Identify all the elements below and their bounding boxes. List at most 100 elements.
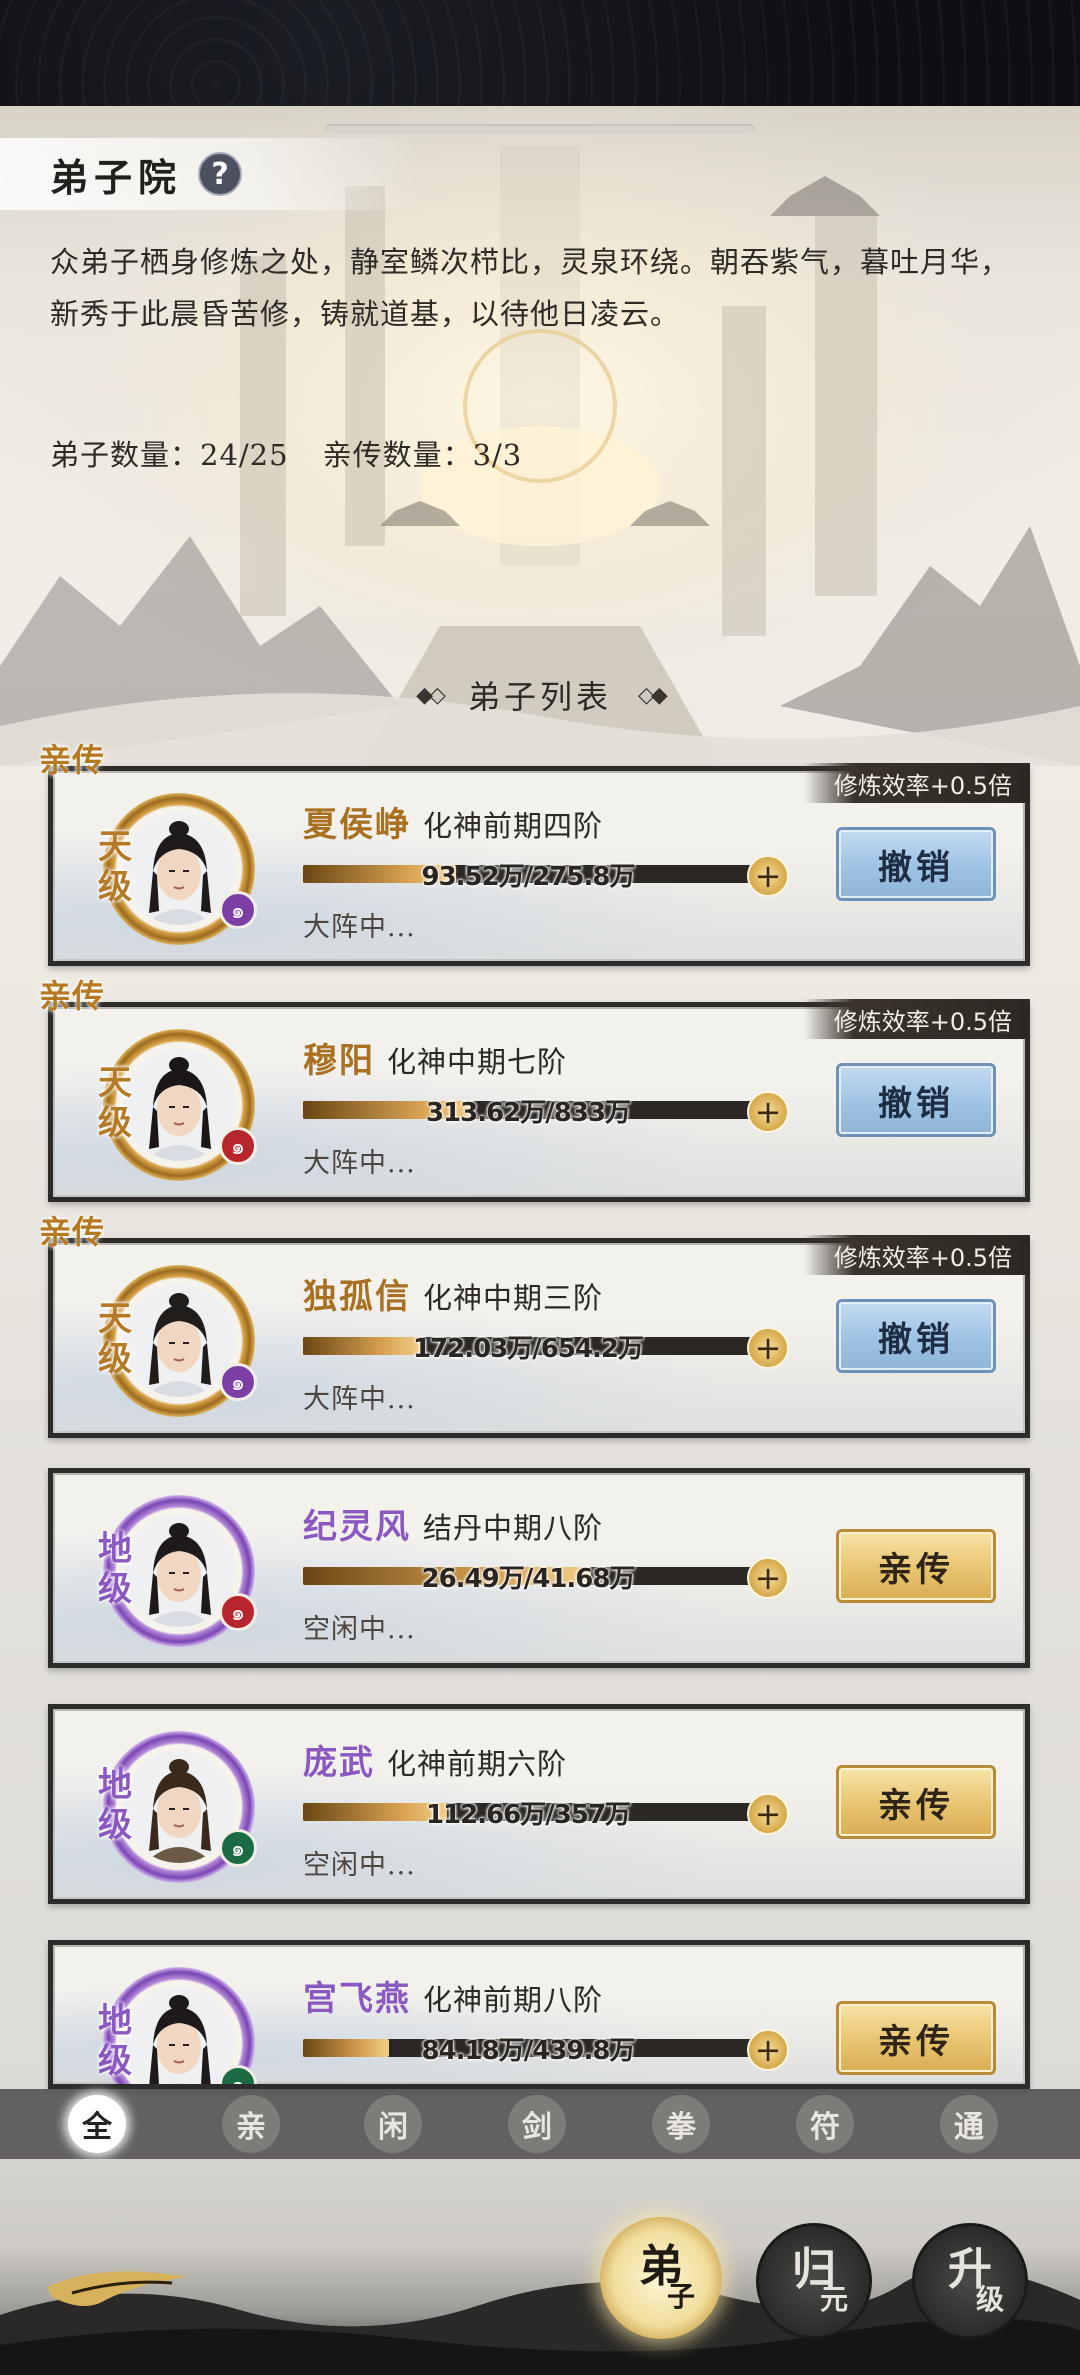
exp-progress-text: 172.03万/654.2万 (412, 1334, 644, 1364)
ornament-right-icon: ◇◆ (638, 682, 668, 708)
cultivation-realm: 化神中期三阶 (423, 1281, 604, 1315)
filter-tab-5[interactable]: 符 (796, 2095, 854, 2153)
add-exp-button[interactable]: + (747, 2029, 789, 2071)
filter-tab-0[interactable]: 全 (68, 2095, 126, 2153)
help-icon[interactable]: ? (198, 152, 243, 196)
counts-row: 弟子数量：24/25 亲传数量：3/3 (50, 432, 522, 474)
make-direct-button[interactable]: 亲传 (836, 2001, 996, 2075)
disciple-status: 空闲中... (303, 1850, 416, 1881)
disciple-status: 大阵中... (303, 912, 416, 943)
disciple-count: 弟子数量：24/25 (50, 438, 289, 472)
return-nav-small: 元 (819, 2283, 848, 2316)
add-exp-button[interactable]: + (747, 1557, 789, 1599)
disciple-status: 空闲中... (303, 1614, 416, 1645)
exp-progress-bar: 172.03万/654.2万 (303, 1334, 753, 1364)
name-row: 纪灵风 结丹中期八阶 (303, 1499, 603, 1548)
disciple-name: 夏侯峥 (303, 805, 411, 845)
ink-brush-logo-icon (47, 2271, 187, 2306)
disciple-card[interactable]: 地级 ๑ 纪灵风 结丹中期八阶 26.49万/41.68万 + 空闲中... 亲… (48, 1468, 1030, 1668)
title-row: 弟子院 ? (0, 138, 420, 210)
direct-disciple-tag: 亲传 (39, 977, 106, 1015)
return-nav-button[interactable]: 归 元 (756, 2223, 872, 2339)
disciple-card[interactable]: 地级 ๑ 庞武 化神前期六阶 112.66万/357万 + 空闲中... 亲传 (48, 1704, 1030, 1904)
exp-progress-text: 26.49万/41.68万 (421, 1564, 636, 1594)
status-bar-area (0, 0, 1080, 106)
add-exp-button[interactable]: + (747, 1091, 789, 1133)
filter-tab-4[interactable]: 拳 (652, 2095, 710, 2153)
rank-label: 天级 (98, 827, 132, 907)
filter-tab-6[interactable]: 通 (940, 2095, 998, 2153)
disciple-name: 庞武 (303, 1743, 375, 1783)
ornament-left-icon: ◆◇ (416, 682, 446, 708)
exp-progress-bar: 84.18万/439.8万 (303, 2036, 753, 2066)
disciple-name: 纪灵风 (303, 1507, 411, 1547)
efficiency-badge: 修炼效率+0.5倍 (803, 763, 1030, 803)
leaf-swirl-icon: ๑ (219, 2065, 257, 2084)
filter-tab-1[interactable]: 亲 (222, 2095, 280, 2153)
filter-tab-3[interactable]: 剑 (508, 2095, 566, 2153)
disciples-nav-button[interactable]: 弟 子 (600, 2217, 722, 2339)
rank-label: 地级 (98, 1765, 132, 1845)
rank-label: 天级 (98, 1299, 132, 1379)
fire-swirl-icon: ๑ (219, 1593, 257, 1631)
filter-tab-2[interactable]: 闲 (364, 2095, 422, 2153)
exp-progress-text: 93.52万/275.8万 (421, 862, 636, 892)
revoke-button[interactable]: 撤销 (836, 1299, 996, 1373)
filter-bar: 全亲闲剑拳符通 (0, 2089, 1080, 2159)
rank-label: 地级 (98, 1529, 132, 1609)
disciple-name: 穆阳 (303, 1041, 375, 1081)
leaf-swirl-icon: ๑ (219, 1829, 257, 1867)
disciple-hall-panel: 弟子院 ? 众弟子栖身修炼之处，静室鳞次栉比，灵泉环绕。朝吞紫气，暮吐月华，新秀… (0, 106, 1080, 2375)
disciple-status: 大阵中... (303, 1148, 416, 1179)
name-row: 庞武 化神前期六阶 (303, 1735, 567, 1784)
exp-progress-bar: 313.62万/833万 (303, 1098, 753, 1128)
exp-progress-bar: 93.52万/275.8万 (303, 862, 753, 892)
upgrade-nav-small: 级 (975, 2283, 1004, 2316)
hall-description: 众弟子栖身修炼之处，静室鳞次栉比，灵泉环绕。朝吞紫气，暮吐月华，新秀于此晨昏苦修… (50, 245, 1011, 331)
disciple-status: 驻守中... (303, 2079, 416, 2084)
revoke-button[interactable]: 撤销 (836, 1063, 996, 1137)
page-title: 弟子院 (50, 154, 183, 200)
exp-progress-text: 313.62万/833万 (425, 1098, 631, 1128)
disciple-name: 独孤信 (303, 1277, 411, 1317)
disciple-card[interactable]: 亲传修炼效率+0.5倍 天级 ๑ (39, 741, 1030, 966)
cultivation-realm: 化神前期六阶 (387, 1747, 568, 1781)
disciple-card[interactable]: 地级 ๑ 宫飞燕 化神前期八阶 84.18万/439.8万 + 驻守中... 亲… (48, 1940, 1030, 2089)
add-exp-button[interactable]: + (747, 855, 789, 897)
direct-disciple-tag: 亲传 (39, 1213, 106, 1251)
revoke-button[interactable]: 撤销 (836, 827, 996, 901)
cultivation-realm: 化神前期四阶 (423, 809, 604, 843)
exp-progress-bar: 112.66万/357万 (303, 1800, 753, 1830)
avatar (123, 1987, 235, 2084)
list-title: 弟子列表 (467, 678, 612, 716)
upgrade-nav-button[interactable]: 升 级 (912, 2223, 1028, 2339)
name-row: 独孤信 化神中期三阶 (303, 1269, 603, 1318)
exp-progress-text: 112.66万/357万 (425, 1800, 631, 1830)
disciple-card[interactable]: 亲传 修炼效率+0.5倍 天级 ๑ (39, 1213, 1030, 1438)
direct-disciple-count: 亲传数量：3/3 (322, 438, 523, 472)
make-direct-button[interactable]: 亲传 (836, 1765, 996, 1839)
wind-swirl-icon: ๑ (219, 1363, 257, 1401)
cultivation-realm: 化神中期七阶 (387, 1045, 568, 1079)
wind-swirl-icon: ๑ (219, 891, 257, 929)
disciple-status: 大阵中... (303, 1384, 416, 1415)
drag-handle[interactable] (325, 124, 755, 133)
exp-progress-bar: 26.49万/41.68万 (303, 1564, 753, 1594)
efficiency-badge: 修炼效率+0.5倍 (803, 999, 1030, 1039)
fire-swirl-icon: ๑ (219, 1127, 257, 1165)
add-exp-button[interactable]: + (747, 1793, 789, 1835)
disciple-card[interactable]: 亲传修炼效率+0.5倍 天级 ๑ (39, 977, 1030, 1202)
direct-disciple-tag: 亲传 (39, 741, 106, 779)
add-exp-button[interactable]: + (747, 1327, 789, 1369)
cultivation-realm: 化神前期八阶 (423, 1983, 604, 2017)
make-direct-button[interactable]: 亲传 (836, 1529, 996, 1603)
cultivation-realm: 结丹中期八阶 (423, 1511, 604, 1545)
bottom-nav-area: 弟 子 归 元 升 级 (0, 2159, 1080, 2375)
name-row: 宫飞燕 化神前期八阶 (303, 1971, 603, 2020)
disciples-nav-small: 子 (666, 2280, 695, 2313)
name-row: 夏侯峥 化神前期四阶 (303, 797, 603, 846)
disciple-name: 宫飞燕 (303, 1979, 411, 2019)
rank-label: 地级 (98, 2001, 132, 2081)
rank-label: 天级 (98, 1063, 132, 1143)
name-row: 穆阳 化神中期七阶 (303, 1033, 567, 1082)
